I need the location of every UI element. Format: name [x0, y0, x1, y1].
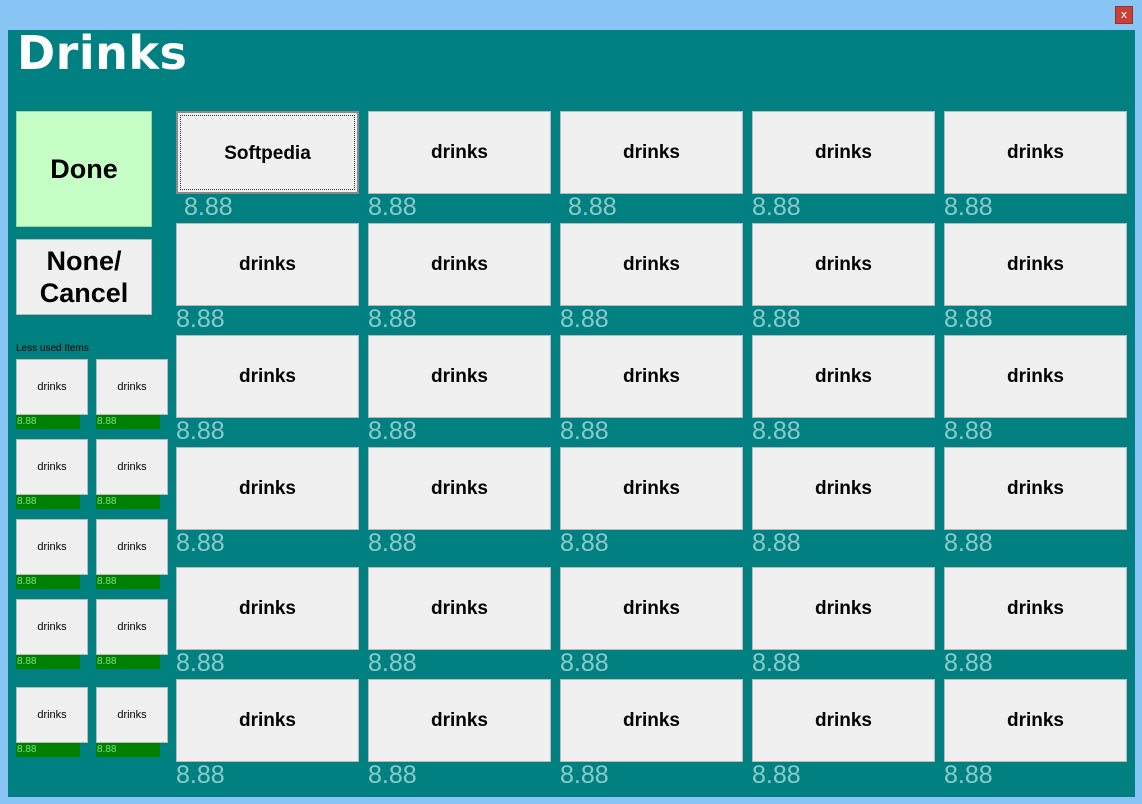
less-used-item-price: 8.88	[96, 495, 160, 509]
drinks-panel: Drinks Done None/ Cancel Less used Items…	[8, 26, 1135, 797]
drink-item-price: 8.88	[560, 417, 609, 445]
drink-item-button[interactable]: drinks	[560, 447, 743, 530]
drink-item-price: 8.88	[568, 193, 617, 221]
drink-item-price: 8.88	[752, 761, 801, 789]
less-used-item-price: 8.88	[96, 415, 160, 429]
drink-item-button[interactable]: drinks	[176, 223, 359, 306]
done-button[interactable]: Done	[16, 111, 152, 227]
drink-item-button[interactable]: drinks	[368, 567, 551, 650]
drink-item-price: 8.88	[176, 761, 225, 789]
page-title: Drinks	[17, 26, 188, 80]
cancel-label-line1: None/	[46, 246, 122, 276]
drink-item-button[interactable]: drinks	[752, 679, 935, 762]
drink-item-button[interactable]: drinks	[560, 679, 743, 762]
less-used-item-button[interactable]: drinks	[96, 599, 168, 655]
drink-item-button[interactable]: drinks	[176, 447, 359, 530]
less-used-item-button[interactable]: drinks	[16, 439, 88, 495]
drink-item-button[interactable]: drinks	[368, 679, 551, 762]
drink-item-button[interactable]: drinks	[752, 223, 935, 306]
less-used-item-price: 8.88	[96, 575, 160, 589]
less-used-item-price: 8.88	[96, 655, 160, 669]
drink-item-price: 8.88	[368, 761, 417, 789]
drink-item-button[interactable]: drinks	[752, 567, 935, 650]
drink-item-price: 8.88	[944, 529, 993, 557]
drink-item-button[interactable]: drinks	[944, 111, 1127, 194]
drink-item-button[interactable]: drinks	[944, 447, 1127, 530]
drink-item-price: 8.88	[944, 417, 993, 445]
drink-item-price: 8.88	[368, 649, 417, 677]
drink-item-button[interactable]: drinks	[368, 223, 551, 306]
drink-item-price: 8.88	[944, 649, 993, 677]
drink-item-price: 8.88	[176, 305, 225, 333]
drink-item-price: 8.88	[752, 305, 801, 333]
drink-item-button[interactable]: drinks	[176, 567, 359, 650]
drink-item-button[interactable]: drinks	[944, 679, 1127, 762]
drink-item-price: 8.88	[368, 193, 417, 221]
drink-item-button[interactable]: drinks	[944, 223, 1127, 306]
drink-item-price: 8.88	[944, 761, 993, 789]
drink-item-button[interactable]: drinks	[368, 111, 551, 194]
drink-item-price: 8.88	[368, 417, 417, 445]
drink-item-button[interactable]: drinks	[176, 335, 359, 418]
less-used-item-price: 8.88	[16, 415, 80, 429]
drink-item-button[interactable]: drinks	[752, 335, 935, 418]
cancel-label-line2: Cancel	[39, 278, 129, 308]
less-used-item-price: 8.88	[16, 575, 80, 589]
drink-item-price: 8.88	[176, 529, 225, 557]
drink-item-button[interactable]: drinks	[368, 335, 551, 418]
drink-item-price: 8.88	[752, 529, 801, 557]
less-used-item-button[interactable]: drinks	[16, 599, 88, 655]
drink-item-price: 8.88	[176, 417, 225, 445]
less-used-item-price: 8.88	[96, 743, 160, 757]
drink-item-price: 8.88	[944, 305, 993, 333]
drink-item-button[interactable]: drinks	[944, 335, 1127, 418]
less-used-item-button[interactable]: drinks	[96, 439, 168, 495]
drink-item-price: 8.88	[368, 529, 417, 557]
drink-item-price: 8.88	[184, 193, 233, 221]
drink-item-price: 8.88	[560, 305, 609, 333]
drink-item-button[interactable]: drinks	[176, 679, 359, 762]
drink-item-button[interactable]: drinks	[944, 567, 1127, 650]
drink-item-price: 8.88	[176, 649, 225, 677]
less-used-item-button[interactable]: drinks	[96, 359, 168, 415]
drink-item-price: 8.88	[944, 193, 993, 221]
drink-item-button[interactable]: drinks	[752, 111, 935, 194]
drink-item-price: 8.88	[368, 305, 417, 333]
less-used-item-button[interactable]: drinks	[16, 687, 88, 743]
less-used-item-button[interactable]: drinks	[96, 519, 168, 575]
less-used-label: Less used Items	[16, 343, 89, 354]
drink-item-button[interactable]: drinks	[560, 223, 743, 306]
less-used-item-button[interactable]: drinks	[16, 359, 88, 415]
less-used-item-price: 8.88	[16, 743, 80, 757]
drink-item-price: 8.88	[560, 529, 609, 557]
close-button[interactable]: x	[1115, 6, 1133, 24]
drink-item-price: 8.88	[752, 417, 801, 445]
drink-item-button[interactable]: drinks	[752, 447, 935, 530]
drink-item-button[interactable]: drinks	[560, 567, 743, 650]
less-used-item-button[interactable]: drinks	[96, 687, 168, 743]
drink-item-button[interactable]: Softpedia	[176, 111, 359, 194]
drink-item-price: 8.88	[752, 193, 801, 221]
none-cancel-button[interactable]: None/ Cancel	[16, 239, 152, 315]
less-used-item-button[interactable]: drinks	[16, 519, 88, 575]
drink-item-button[interactable]: drinks	[560, 111, 743, 194]
drink-item-button[interactable]: drinks	[368, 447, 551, 530]
drink-item-price: 8.88	[560, 649, 609, 677]
drink-item-button[interactable]: drinks	[560, 335, 743, 418]
less-used-item-price: 8.88	[16, 655, 80, 669]
drink-item-price: 8.88	[752, 649, 801, 677]
less-used-item-price: 8.88	[16, 495, 80, 509]
drink-item-price: 8.88	[560, 761, 609, 789]
